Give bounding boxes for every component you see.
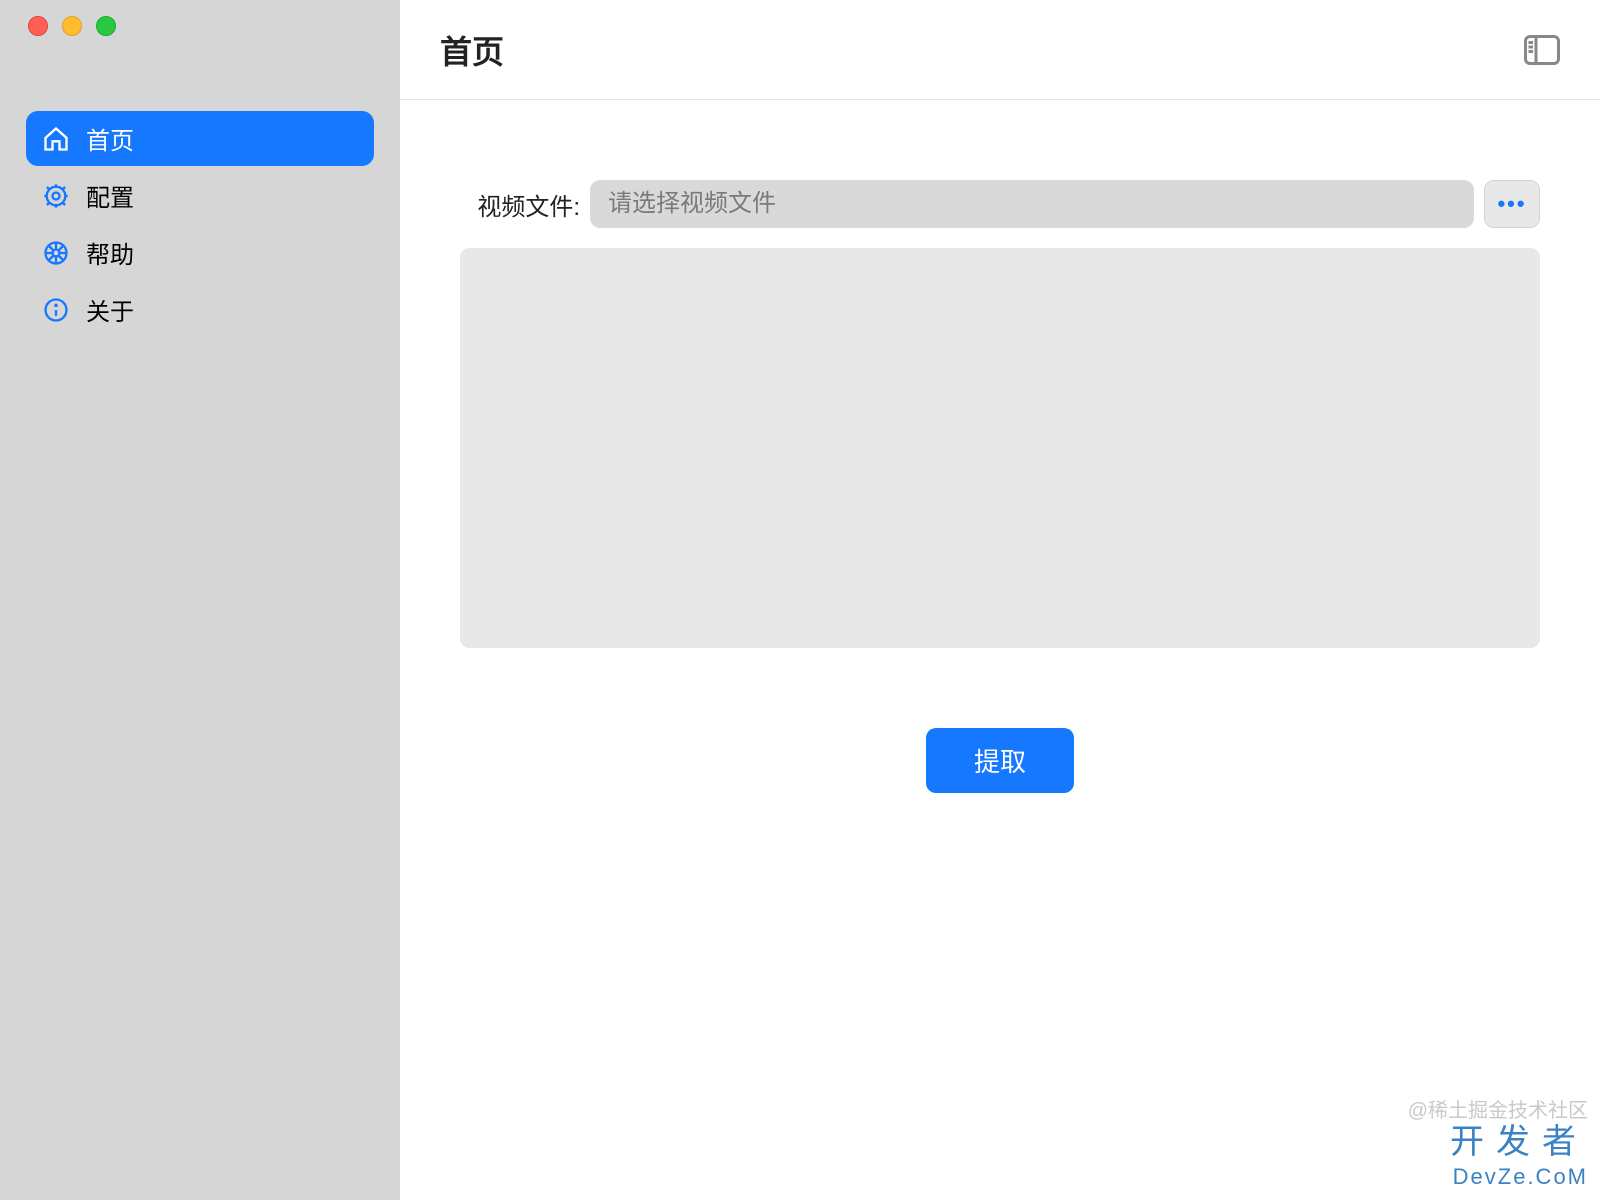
file-row: 视频文件: •••	[460, 180, 1540, 228]
window-controls	[0, 16, 400, 36]
submit-row: 提取	[460, 728, 1540, 793]
sidebar-item-help[interactable]: 帮助	[26, 225, 374, 280]
main-area: 首页 视频文件: ••• 提取 @稀土掘金技术社区 开发者 DevZe.CoM	[400, 0, 1600, 1200]
topbar: 首页	[400, 0, 1600, 100]
watermark: @稀土掘金技术社区 开发者 DevZe.CoM	[1408, 1099, 1588, 1190]
output-area	[460, 248, 1540, 648]
sidebar-item-label: 配置	[86, 178, 134, 213]
sidebar-item-about[interactable]: 关于	[26, 282, 374, 337]
extract-button[interactable]: 提取	[926, 728, 1074, 793]
sidebar-toggle-button[interactable]	[1524, 35, 1560, 65]
home-icon	[42, 125, 70, 153]
wheel-icon	[42, 239, 70, 267]
window-minimize-button[interactable]	[62, 16, 82, 36]
sidebar-item-home[interactable]: 首页	[26, 111, 374, 166]
content: 视频文件: ••• 提取	[400, 100, 1600, 793]
info-icon	[42, 296, 70, 324]
watermark-brand: 开发者	[1408, 1123, 1588, 1164]
window-close-button[interactable]	[28, 16, 48, 36]
sidebar-nav: 首页 配置 帮助 关于	[0, 111, 400, 337]
watermark-domain: DevZe.CoM	[1408, 1164, 1588, 1190]
page-title: 首页	[440, 27, 504, 73]
gear-icon	[42, 182, 70, 210]
video-file-input[interactable]	[590, 180, 1474, 228]
sidebar: 首页 配置 帮助 关于	[0, 0, 400, 1200]
sidebar-item-label: 首页	[86, 121, 134, 156]
sidebar-item-config[interactable]: 配置	[26, 168, 374, 223]
sidebar-item-label: 帮助	[86, 235, 134, 270]
browse-button[interactable]: •••	[1484, 180, 1540, 228]
sidebar-item-label: 关于	[86, 292, 134, 327]
file-label: 视频文件:	[460, 187, 580, 222]
watermark-source: @稀土掘金技术社区	[1408, 1099, 1588, 1123]
window-maximize-button[interactable]	[96, 16, 116, 36]
